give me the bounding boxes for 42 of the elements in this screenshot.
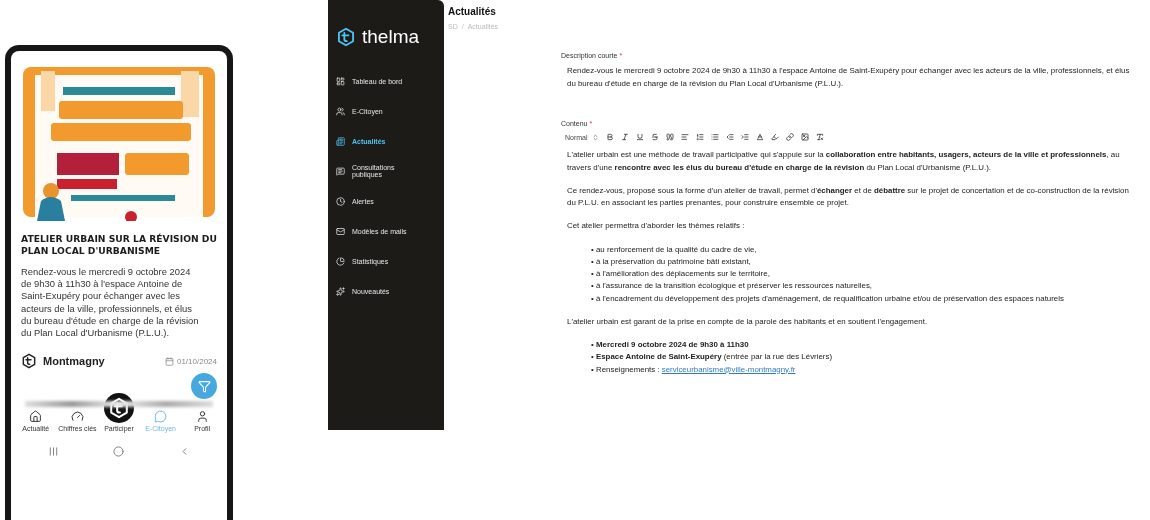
logo-text: thelma xyxy=(362,26,420,48)
pie-chart-icon xyxy=(336,256,345,266)
quote-icon[interactable] xyxy=(665,133,674,142)
ordered-list-icon[interactable] xyxy=(695,133,704,142)
clear-format-icon[interactable] xyxy=(815,133,824,142)
bold-icon[interactable] xyxy=(605,133,614,142)
gauge-icon xyxy=(70,410,84,424)
home-button-icon[interactable] xyxy=(113,446,125,458)
align-icon[interactable] xyxy=(680,133,689,142)
news-description: Rendez-vous le mercredi 9 octobre 2024 de 9h30 à 11h30 à l'espace Antoine de Saint-Exupéry pour échanger avec les acteurs de la ville, professionnels, et élus du bureau d'étude en charge de la révision du Plan Local d'Urbanisme (P.L.U.). xyxy=(21,265,200,340)
indent-icon[interactable] xyxy=(740,133,749,142)
mail-icon xyxy=(336,226,345,236)
image-icon[interactable] xyxy=(800,133,809,142)
user-icon xyxy=(195,410,209,424)
page-title: Actualités xyxy=(448,6,497,17)
news-title: ATELIER URBAIN SUR LA RÉVISION DU PLAN LOCAL D'URBANISME xyxy=(21,233,217,258)
strikethrough-icon[interactable] xyxy=(650,133,659,142)
link-icon[interactable] xyxy=(785,133,794,142)
clock-icon xyxy=(336,196,345,206)
chat-icon xyxy=(154,410,168,424)
users-icon xyxy=(336,106,345,116)
filter-icon xyxy=(197,379,211,393)
message-icon xyxy=(336,166,345,176)
recent-apps-icon[interactable] xyxy=(48,446,60,458)
sparkles-icon xyxy=(336,286,345,296)
highlighter-icon[interactable] xyxy=(770,133,779,142)
logo-icon xyxy=(336,27,356,47)
logo-icon xyxy=(108,397,130,420)
calendar-icon xyxy=(164,356,174,366)
filter-button[interactable] xyxy=(191,373,217,400)
dashboard-icon xyxy=(336,76,345,86)
home-icon xyxy=(29,410,43,424)
italic-icon[interactable] xyxy=(620,133,629,142)
text-color-icon[interactable] xyxy=(755,133,764,142)
logo-icon xyxy=(21,353,37,370)
outdent-icon[interactable] xyxy=(725,133,734,142)
underline-icon[interactable] xyxy=(635,133,644,142)
newspaper-icon xyxy=(336,136,345,146)
author-name: Montmagny xyxy=(43,355,105,368)
chevron-icon xyxy=(591,133,599,141)
news-date: 01/10/2024 xyxy=(176,356,217,366)
bullet-list-icon[interactable] xyxy=(710,133,719,142)
